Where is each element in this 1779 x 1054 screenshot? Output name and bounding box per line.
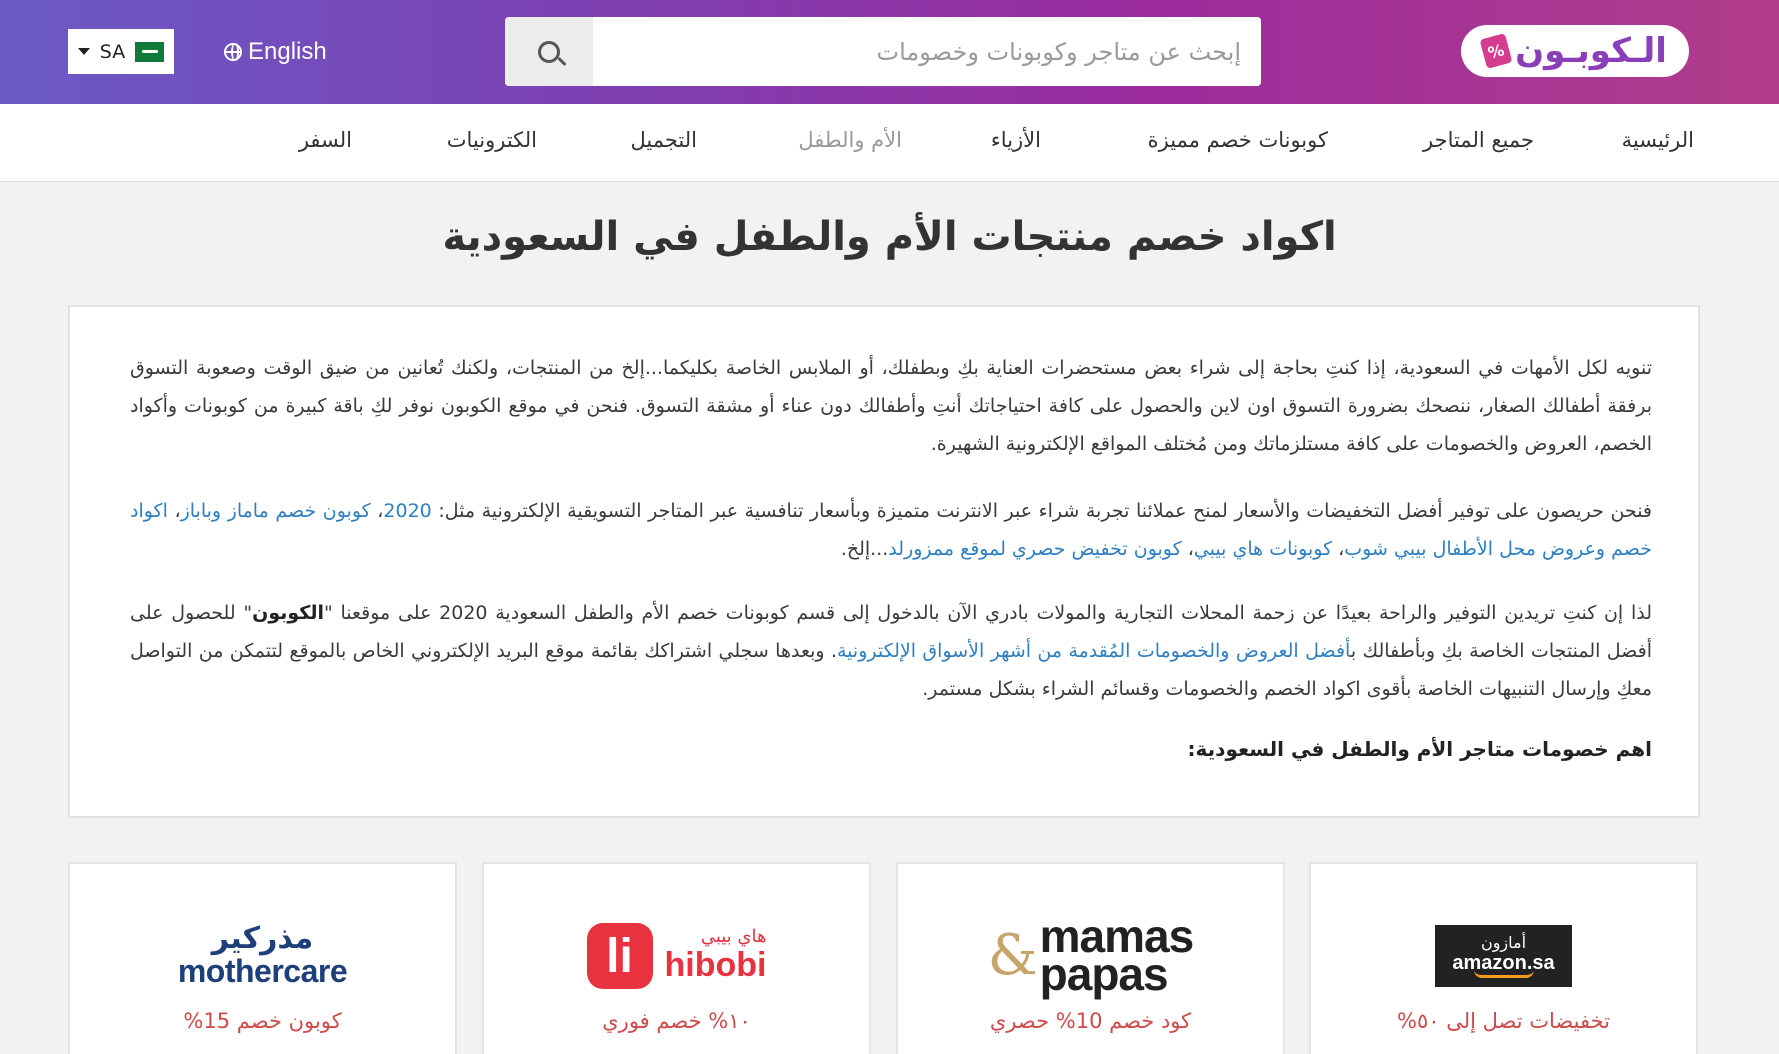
amazon-logo: أمازون amazon.sa [1435, 925, 1572, 987]
top-header: SA English الـكوبـون % [0, 0, 1779, 104]
intro-paragraph: تنويه لكل الأمهات في السعودية، إذا كنتِ … [130, 357, 1652, 455]
stores-paragraph: فنحن حريصون على توفير أفضل التخفيضات وال… [130, 500, 1653, 560]
link-mamas-papas-coupon[interactable]: كوبون خصم ماماز وباباز [181, 500, 371, 522]
site-logo[interactable]: الـكوبـون % [1450, 17, 1700, 85]
hibobi-icon: li [586, 923, 653, 989]
search-icon [538, 40, 560, 63]
brand-name: الكوبون [252, 602, 324, 624]
link-hibobi-coupons[interactable]: كوبونات هاي بيبي [1194, 538, 1332, 560]
saudi-flag-icon [135, 41, 165, 62]
mamas-papas-logo: & mamas papas [987, 910, 1194, 1000]
search-bar [505, 17, 1261, 86]
link-best-offers[interactable]: أفضل العروض والخصومات المُقدمة من أشهر ا… [837, 640, 1351, 662]
language-switch[interactable]: English [224, 36, 327, 68]
nav-item-electronics[interactable]: الكترونيات [447, 128, 537, 152]
country-code: SA [99, 40, 126, 63]
search-button[interactable] [505, 17, 593, 86]
cta-paragraph: لذا إن كنتِ تريدين التوفير والراحة بعيدً… [130, 602, 1652, 700]
country-selector[interactable]: SA [68, 29, 174, 74]
nav-item-featured-coupons[interactable]: كوبونات خصم مميزة [1148, 128, 1328, 152]
search-input[interactable] [593, 17, 1261, 86]
nav-item-travel[interactable]: السفر [299, 128, 352, 152]
nav-item-home[interactable]: الرئيسية [1622, 128, 1694, 152]
page-title: اكواد خصم منتجات الأم والطفل في السعودية [442, 214, 1337, 260]
link-mumzworld-coupon[interactable]: كوبون تخفيض حصري لموقع ممزورلد [888, 538, 1181, 560]
globe-icon [224, 43, 242, 61]
nav-item-fashion[interactable]: الأزياء [991, 128, 1041, 152]
chevron-down-icon [77, 48, 90, 55]
nav-item-mother-child[interactable]: الأم والطفل [798, 128, 902, 152]
store-card-amazon[interactable]: أمازون amazon.sa تخفيضات تصل إلى ٥٠% [1309, 862, 1698, 1054]
main-nav: الرئيسية جميع المتاجر كوبونات خصم مميزة … [0, 104, 1779, 182]
hibobi-logo: li هاي بيبي hibobi [586, 923, 766, 989]
store-offer: كود خصم 10% حصري [989, 1009, 1192, 1033]
link-2020[interactable]: 2020 [383, 500, 431, 522]
nav-item-all-stores[interactable]: جميع المتاجر [1423, 128, 1534, 152]
logo-text: الـكوبـون [1515, 31, 1667, 71]
store-card-mamas-papas[interactable]: & mamas papas كود خصم 10% حصري [896, 862, 1285, 1054]
tag-icon: % [1479, 33, 1513, 69]
store-offer: كوبون خصم 15% [183, 1009, 342, 1033]
language-label: English [248, 38, 327, 65]
store-card-mothercare[interactable]: مذركير mothercare كوبون خصم 15% [68, 862, 457, 1054]
store-offer: ١٠% خصم فوري [602, 1009, 751, 1033]
description-box: تنويه لكل الأمهات في السعودية، إذا كنتِ … [68, 305, 1700, 818]
mothercare-logo: مذركير mothercare [177, 921, 348, 989]
store-offer: تخفيضات تصل إلى ٥٠% [1397, 1009, 1610, 1033]
nav-item-beauty[interactable]: التجميل [630, 128, 697, 152]
smile-arrow-icon [1473, 970, 1534, 978]
section-subheading: اهم خصومات متاجر الأم والطفل في السعودية… [1187, 737, 1652, 761]
store-card-hibobi[interactable]: li هاي بيبي hibobi ١٠% خصم فوري [482, 862, 871, 1054]
